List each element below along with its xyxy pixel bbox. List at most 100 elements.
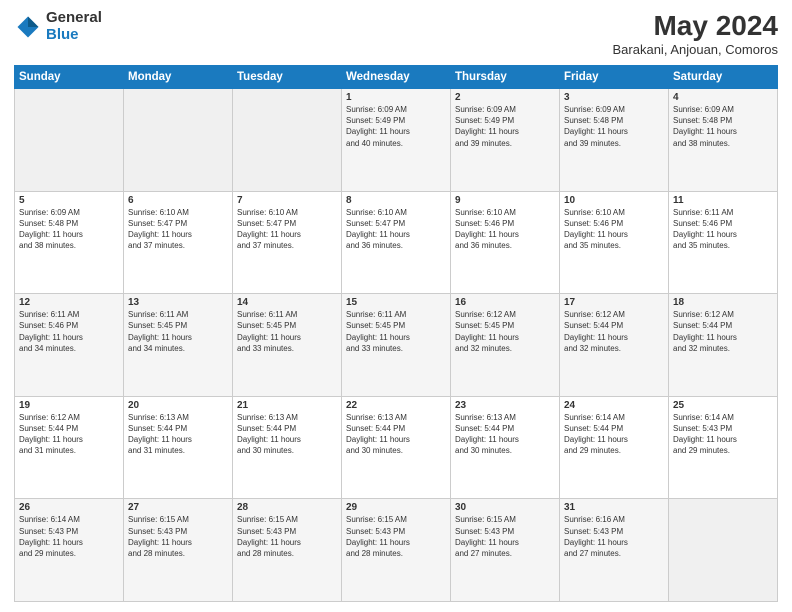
day-number-31: 31: [564, 502, 664, 513]
calendar-cell-w3-d6: 25Sunrise: 6:14 AM Sunset: 5:43 PM Dayli…: [669, 396, 778, 499]
day-number-26: 26: [19, 502, 119, 513]
header-friday: Friday: [560, 66, 669, 89]
calendar-cell-w0-d0: [15, 89, 124, 192]
day-number-5: 5: [19, 195, 119, 206]
day-info-17: Sunrise: 6:12 AM Sunset: 5:44 PM Dayligh…: [564, 309, 664, 354]
day-info-10: Sunrise: 6:10 AM Sunset: 5:46 PM Dayligh…: [564, 207, 664, 252]
calendar-cell-w0-d3: 1Sunrise: 6:09 AM Sunset: 5:49 PM Daylig…: [342, 89, 451, 192]
calendar-cell-w1-d3: 8Sunrise: 6:10 AM Sunset: 5:47 PM Daylig…: [342, 191, 451, 294]
day-info-24: Sunrise: 6:14 AM Sunset: 5:44 PM Dayligh…: [564, 412, 664, 457]
calendar-table: Sunday Monday Tuesday Wednesday Thursday…: [14, 65, 778, 602]
calendar-cell-w3-d5: 24Sunrise: 6:14 AM Sunset: 5:44 PM Dayli…: [560, 396, 669, 499]
day-number-16: 16: [455, 297, 555, 308]
calendar-cell-w3-d1: 20Sunrise: 6:13 AM Sunset: 5:44 PM Dayli…: [124, 396, 233, 499]
calendar-cell-w1-d1: 6Sunrise: 6:10 AM Sunset: 5:47 PM Daylig…: [124, 191, 233, 294]
calendar-cell-w0-d6: 4Sunrise: 6:09 AM Sunset: 5:48 PM Daylig…: [669, 89, 778, 192]
calendar-cell-w3-d2: 21Sunrise: 6:13 AM Sunset: 5:44 PM Dayli…: [233, 396, 342, 499]
calendar-cell-w2-d0: 12Sunrise: 6:11 AM Sunset: 5:46 PM Dayli…: [15, 294, 124, 397]
calendar-header-row: Sunday Monday Tuesday Wednesday Thursday…: [15, 66, 778, 89]
page: General Blue May 2024 Barakani, Anjouan,…: [0, 0, 792, 612]
day-info-7: Sunrise: 6:10 AM Sunset: 5:47 PM Dayligh…: [237, 207, 337, 252]
day-number-2: 2: [455, 92, 555, 103]
day-info-21: Sunrise: 6:13 AM Sunset: 5:44 PM Dayligh…: [237, 412, 337, 457]
calendar-week-3: 19Sunrise: 6:12 AM Sunset: 5:44 PM Dayli…: [15, 396, 778, 499]
day-info-22: Sunrise: 6:13 AM Sunset: 5:44 PM Dayligh…: [346, 412, 446, 457]
day-info-23: Sunrise: 6:13 AM Sunset: 5:44 PM Dayligh…: [455, 412, 555, 457]
day-info-6: Sunrise: 6:10 AM Sunset: 5:47 PM Dayligh…: [128, 207, 228, 252]
day-number-17: 17: [564, 297, 664, 308]
day-info-25: Sunrise: 6:14 AM Sunset: 5:43 PM Dayligh…: [673, 412, 773, 457]
header-sunday: Sunday: [15, 66, 124, 89]
day-number-13: 13: [128, 297, 228, 308]
header-monday: Monday: [124, 66, 233, 89]
calendar-cell-w2-d6: 18Sunrise: 6:12 AM Sunset: 5:44 PM Dayli…: [669, 294, 778, 397]
day-number-9: 9: [455, 195, 555, 206]
header-wednesday: Wednesday: [342, 66, 451, 89]
day-number-20: 20: [128, 400, 228, 411]
day-number-24: 24: [564, 400, 664, 411]
day-info-4: Sunrise: 6:09 AM Sunset: 5:48 PM Dayligh…: [673, 104, 773, 149]
day-number-23: 23: [455, 400, 555, 411]
day-info-26: Sunrise: 6:14 AM Sunset: 5:43 PM Dayligh…: [19, 514, 119, 559]
day-info-14: Sunrise: 6:11 AM Sunset: 5:45 PM Dayligh…: [237, 309, 337, 354]
logo-blue: Blue: [46, 27, 102, 44]
day-info-18: Sunrise: 6:12 AM Sunset: 5:44 PM Dayligh…: [673, 309, 773, 354]
calendar-cell-w1-d4: 9Sunrise: 6:10 AM Sunset: 5:46 PM Daylig…: [451, 191, 560, 294]
day-number-11: 11: [673, 195, 773, 206]
calendar-cell-w4-d3: 29Sunrise: 6:15 AM Sunset: 5:43 PM Dayli…: [342, 499, 451, 602]
day-number-7: 7: [237, 195, 337, 206]
calendar-cell-w2-d5: 17Sunrise: 6:12 AM Sunset: 5:44 PM Dayli…: [560, 294, 669, 397]
day-number-28: 28: [237, 502, 337, 513]
calendar-cell-w2-d1: 13Sunrise: 6:11 AM Sunset: 5:45 PM Dayli…: [124, 294, 233, 397]
day-info-12: Sunrise: 6:11 AM Sunset: 5:46 PM Dayligh…: [19, 309, 119, 354]
day-info-3: Sunrise: 6:09 AM Sunset: 5:48 PM Dayligh…: [564, 104, 664, 149]
header-saturday: Saturday: [669, 66, 778, 89]
day-info-11: Sunrise: 6:11 AM Sunset: 5:46 PM Dayligh…: [673, 207, 773, 252]
day-number-6: 6: [128, 195, 228, 206]
day-number-19: 19: [19, 400, 119, 411]
calendar-cell-w4-d5: 31Sunrise: 6:16 AM Sunset: 5:43 PM Dayli…: [560, 499, 669, 602]
day-info-29: Sunrise: 6:15 AM Sunset: 5:43 PM Dayligh…: [346, 514, 446, 559]
calendar-cell-w3-d4: 23Sunrise: 6:13 AM Sunset: 5:44 PM Dayli…: [451, 396, 560, 499]
header-thursday: Thursday: [451, 66, 560, 89]
day-info-8: Sunrise: 6:10 AM Sunset: 5:47 PM Dayligh…: [346, 207, 446, 252]
calendar-cell-w4-d1: 27Sunrise: 6:15 AM Sunset: 5:43 PM Dayli…: [124, 499, 233, 602]
calendar-week-0: 1 Sunrise: 6:09 AM Sunset: 5:49 PM Daylig…: [15, 89, 778, 192]
day-number-3: 3: [564, 92, 664, 103]
day-number-15: 15: [346, 297, 446, 308]
day-info-16: Sunrise: 6:12 AM Sunset: 5:45 PM Dayligh…: [455, 309, 555, 354]
calendar-cell-w4-d0: 26Sunrise: 6:14 AM Sunset: 5:43 PM Dayli…: [15, 499, 124, 602]
calendar-cell-w0-d4: 2Sunrise: 6:09 AM Sunset: 5:49 PM Daylig…: [451, 89, 560, 192]
logo-icon: [14, 13, 42, 41]
logo-text: General Blue: [46, 10, 102, 43]
day-number-4: 4: [673, 92, 773, 103]
calendar-cell-w1-d5: 10Sunrise: 6:10 AM Sunset: 5:46 PM Dayli…: [560, 191, 669, 294]
calendar-cell-w1-d6: 11Sunrise: 6:11 AM Sunset: 5:46 PM Dayli…: [669, 191, 778, 294]
calendar-week-1: 5Sunrise: 6:09 AM Sunset: 5:48 PM Daylig…: [15, 191, 778, 294]
title-block: May 2024 Barakani, Anjouan, Comoros: [613, 10, 778, 57]
day-info-30: Sunrise: 6:15 AM Sunset: 5:43 PM Dayligh…: [455, 514, 555, 559]
calendar-cell-w0-d1: [124, 89, 233, 192]
logo-general: General: [46, 10, 102, 27]
day-number-29: 29: [346, 502, 446, 513]
calendar-cell-w2-d3: 15Sunrise: 6:11 AM Sunset: 5:45 PM Dayli…: [342, 294, 451, 397]
title-location: Barakani, Anjouan, Comoros: [613, 42, 778, 57]
calendar-week-4: 26Sunrise: 6:14 AM Sunset: 5:43 PM Dayli…: [15, 499, 778, 602]
calendar-cell-w2-d4: 16Sunrise: 6:12 AM Sunset: 5:45 PM Dayli…: [451, 294, 560, 397]
day-info-2: Sunrise: 6:09 AM Sunset: 5:49 PM Dayligh…: [455, 104, 555, 149]
day-number-18: 18: [673, 297, 773, 308]
day-info-27: Sunrise: 6:15 AM Sunset: 5:43 PM Dayligh…: [128, 514, 228, 559]
calendar-cell-w3-d3: 22Sunrise: 6:13 AM Sunset: 5:44 PM Dayli…: [342, 396, 451, 499]
header: General Blue May 2024 Barakani, Anjouan,…: [14, 10, 778, 57]
day-info-20: Sunrise: 6:13 AM Sunset: 5:44 PM Dayligh…: [128, 412, 228, 457]
day-number-1: 1: [346, 92, 446, 103]
calendar-cell-w4-d4: 30Sunrise: 6:15 AM Sunset: 5:43 PM Dayli…: [451, 499, 560, 602]
day-number-30: 30: [455, 502, 555, 513]
day-number-8: 8: [346, 195, 446, 206]
title-month: May 2024: [613, 10, 778, 42]
header-tuesday: Tuesday: [233, 66, 342, 89]
day-number-14: 14: [237, 297, 337, 308]
day-info-28: Sunrise: 6:15 AM Sunset: 5:43 PM Dayligh…: [237, 514, 337, 559]
day-number-22: 22: [346, 400, 446, 411]
calendar-cell-w1-d2: 7Sunrise: 6:10 AM Sunset: 5:47 PM Daylig…: [233, 191, 342, 294]
